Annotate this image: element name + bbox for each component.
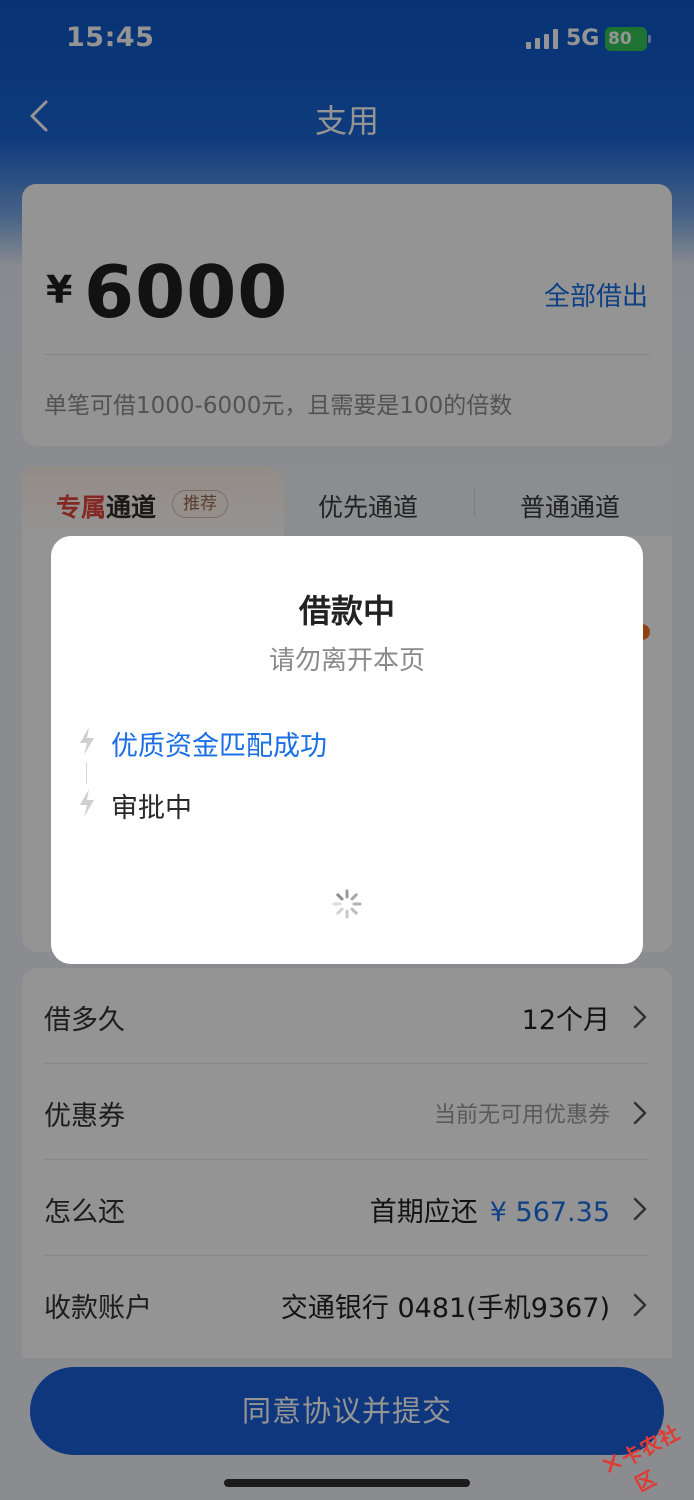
step-label: 审批中 — [111, 793, 192, 824]
lightning-icon — [80, 789, 94, 817]
lightning-icon — [80, 727, 94, 755]
loading-spinner-icon — [332, 889, 362, 919]
step-connector — [86, 762, 87, 784]
loading-dialog: 借款中 请勿离开本页 优质资金匹配成功 审批中 — [51, 536, 643, 964]
dialog-title: 借款中 — [298, 592, 395, 630]
step-label: 优质资金匹配成功 — [111, 731, 327, 762]
dialog-subtitle: 请勿离开本页 — [268, 646, 425, 676]
home-indicator[interactable] — [224, 1479, 470, 1487]
